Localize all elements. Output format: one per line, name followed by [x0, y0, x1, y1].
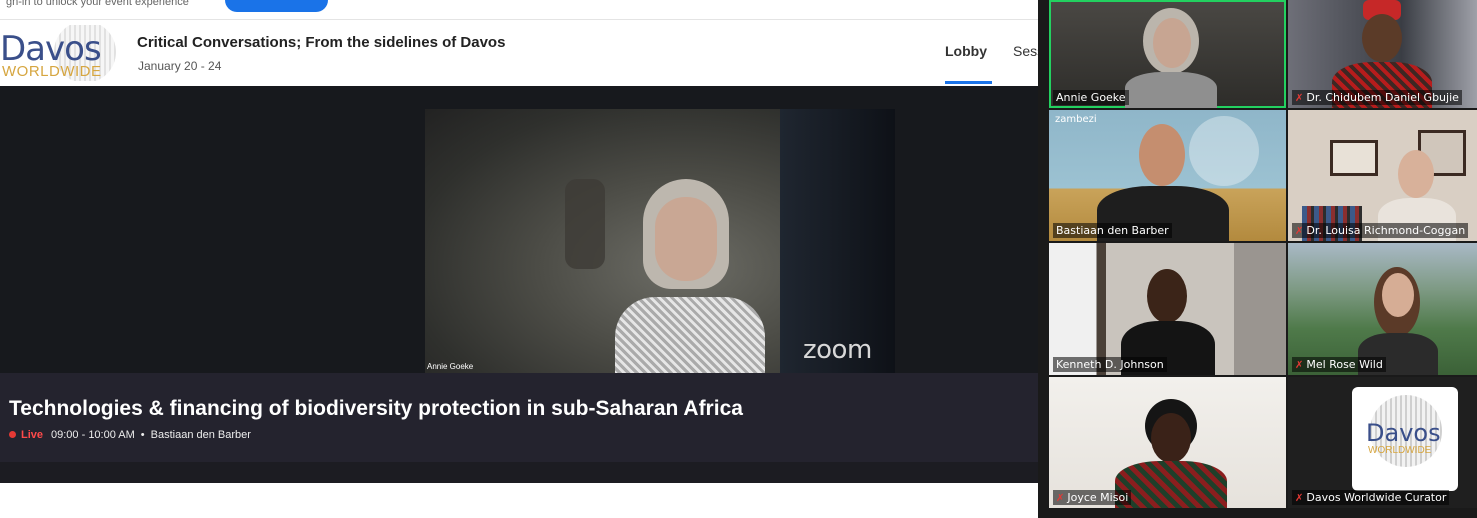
background-lamp [565, 179, 605, 269]
wall-picture [1330, 140, 1378, 176]
signin-banner: gn-in to unlock your event experience [0, 0, 1038, 20]
participant-face [1139, 124, 1185, 186]
participant-face [1382, 273, 1414, 317]
participant-name-text: Joyce Misoi [1067, 491, 1129, 504]
tab-lobby[interactable]: Lobby [945, 43, 992, 84]
logo-word-worldwide: WORLDWIDE [2, 63, 102, 80]
participant-name: Annie Goeke [1053, 90, 1129, 105]
mic-muted-icon: ✗ [1056, 493, 1065, 504]
stage-footer [0, 462, 1038, 483]
participant-name: ✗ Davos Worldwide Curator [1292, 490, 1450, 505]
participant-face [1147, 269, 1187, 323]
event-page: gn-in to unlock your event experience Da… [0, 0, 1038, 518]
zoom-gallery-view: Annie Goeke ✗ Dr. Chidubem Daniel Gbujie … [1038, 0, 1477, 518]
participant-tile[interactable]: zambezi Bastiaan den Barber [1049, 110, 1286, 241]
background-window [780, 109, 895, 373]
zambezi-background-label: zambezi [1055, 114, 1097, 125]
signin-button[interactable] [225, 0, 328, 12]
participant-name-text: Dr. Chidubem Daniel Gbujie [1306, 91, 1459, 104]
participant-name: ✗ Mel Rose Wild [1292, 357, 1386, 372]
participant-tile[interactable]: ✗ Mel Rose Wild [1288, 243, 1477, 375]
participant-name: Kenneth D. Johnson [1053, 357, 1167, 372]
participant-body [1115, 461, 1227, 508]
participant-face [1151, 413, 1191, 463]
mic-muted-icon: ✗ [1295, 493, 1304, 504]
signin-banner-text: gn-in to unlock your event experience [6, 0, 189, 8]
speaker-video-feed [615, 179, 765, 373]
participant-name-text: Mel Rose Wild [1306, 358, 1383, 371]
zoom-watermark: zoom [803, 335, 872, 365]
mic-muted-icon: ✗ [1295, 226, 1304, 237]
participant-name: Bastiaan den Barber [1053, 223, 1172, 238]
mic-muted-icon: ✗ [1295, 93, 1304, 104]
video-speaker-label: Annie Goeke [427, 362, 474, 371]
curator-logo-word-worldwide: WORLDWIDE [1368, 445, 1432, 456]
participant-name: ✗ Dr. Louisa Richmond-Coggan [1292, 223, 1469, 238]
participant-face [1362, 14, 1402, 62]
event-header: Davos WORLDWIDE Critical Conversations; … [0, 20, 1038, 86]
curator-logo-word-davos: Davos [1366, 419, 1441, 447]
participant-body [1125, 72, 1217, 108]
event-dates: January 20 - 24 [138, 59, 222, 73]
session-host: Bastiaan den Barber [150, 429, 251, 441]
speaker-torso [615, 297, 765, 373]
event-title: Critical Conversations; From the sidelin… [137, 34, 506, 51]
tab-sessions[interactable]: Sess [1013, 43, 1038, 59]
background-sun [1189, 116, 1259, 186]
participant-name-text: Davos Worldwide Curator [1306, 491, 1447, 504]
session-time: 09:00 - 10:00 AM [51, 429, 135, 441]
participant-tile[interactable]: ✗ Dr. Louisa Richmond-Coggan [1288, 110, 1477, 241]
meta-separator: • [140, 429, 145, 441]
speaker-face [655, 197, 717, 281]
live-status: Live [21, 429, 44, 441]
participant-tile[interactable]: ✗ Dr. Chidubem Daniel Gbujie [1288, 0, 1477, 108]
participant-tile[interactable]: Annie Goeke [1049, 0, 1286, 108]
participant-name: ✗ Dr. Chidubem Daniel Gbujie [1292, 90, 1462, 105]
live-dot-icon [9, 431, 16, 438]
davos-worldwide-logo[interactable]: Davos WORLDWIDE [0, 25, 116, 81]
session-title: Technologies & financing of biodiversity… [9, 397, 743, 420]
session-stage: zoom Annie Goeke Technologies & financin… [0, 86, 1038, 462]
live-video-player[interactable]: zoom Annie Goeke [425, 109, 895, 373]
participant-name: ✗ Joyce Misoi [1053, 490, 1132, 505]
participant-tile[interactable]: Kenneth D. Johnson [1049, 243, 1286, 375]
curator-logo: Davos WORLDWIDE [1352, 387, 1458, 491]
participant-name-text: Dr. Louisa Richmond-Coggan [1306, 224, 1466, 237]
participant-tile[interactable]: ✗ Joyce Misoi [1049, 377, 1286, 508]
session-info-bar: Technologies & financing of biodiversity… [0, 373, 1038, 462]
session-meta: Live 09:00 - 10:00 AM • Bastiaan den Barber [9, 429, 251, 441]
mic-muted-icon: ✗ [1295, 360, 1304, 371]
participant-tile[interactable]: Davos WORLDWIDE ✗ Davos Worldwide Curator [1288, 377, 1477, 508]
participant-face [1153, 18, 1191, 68]
participant-face [1398, 150, 1434, 198]
